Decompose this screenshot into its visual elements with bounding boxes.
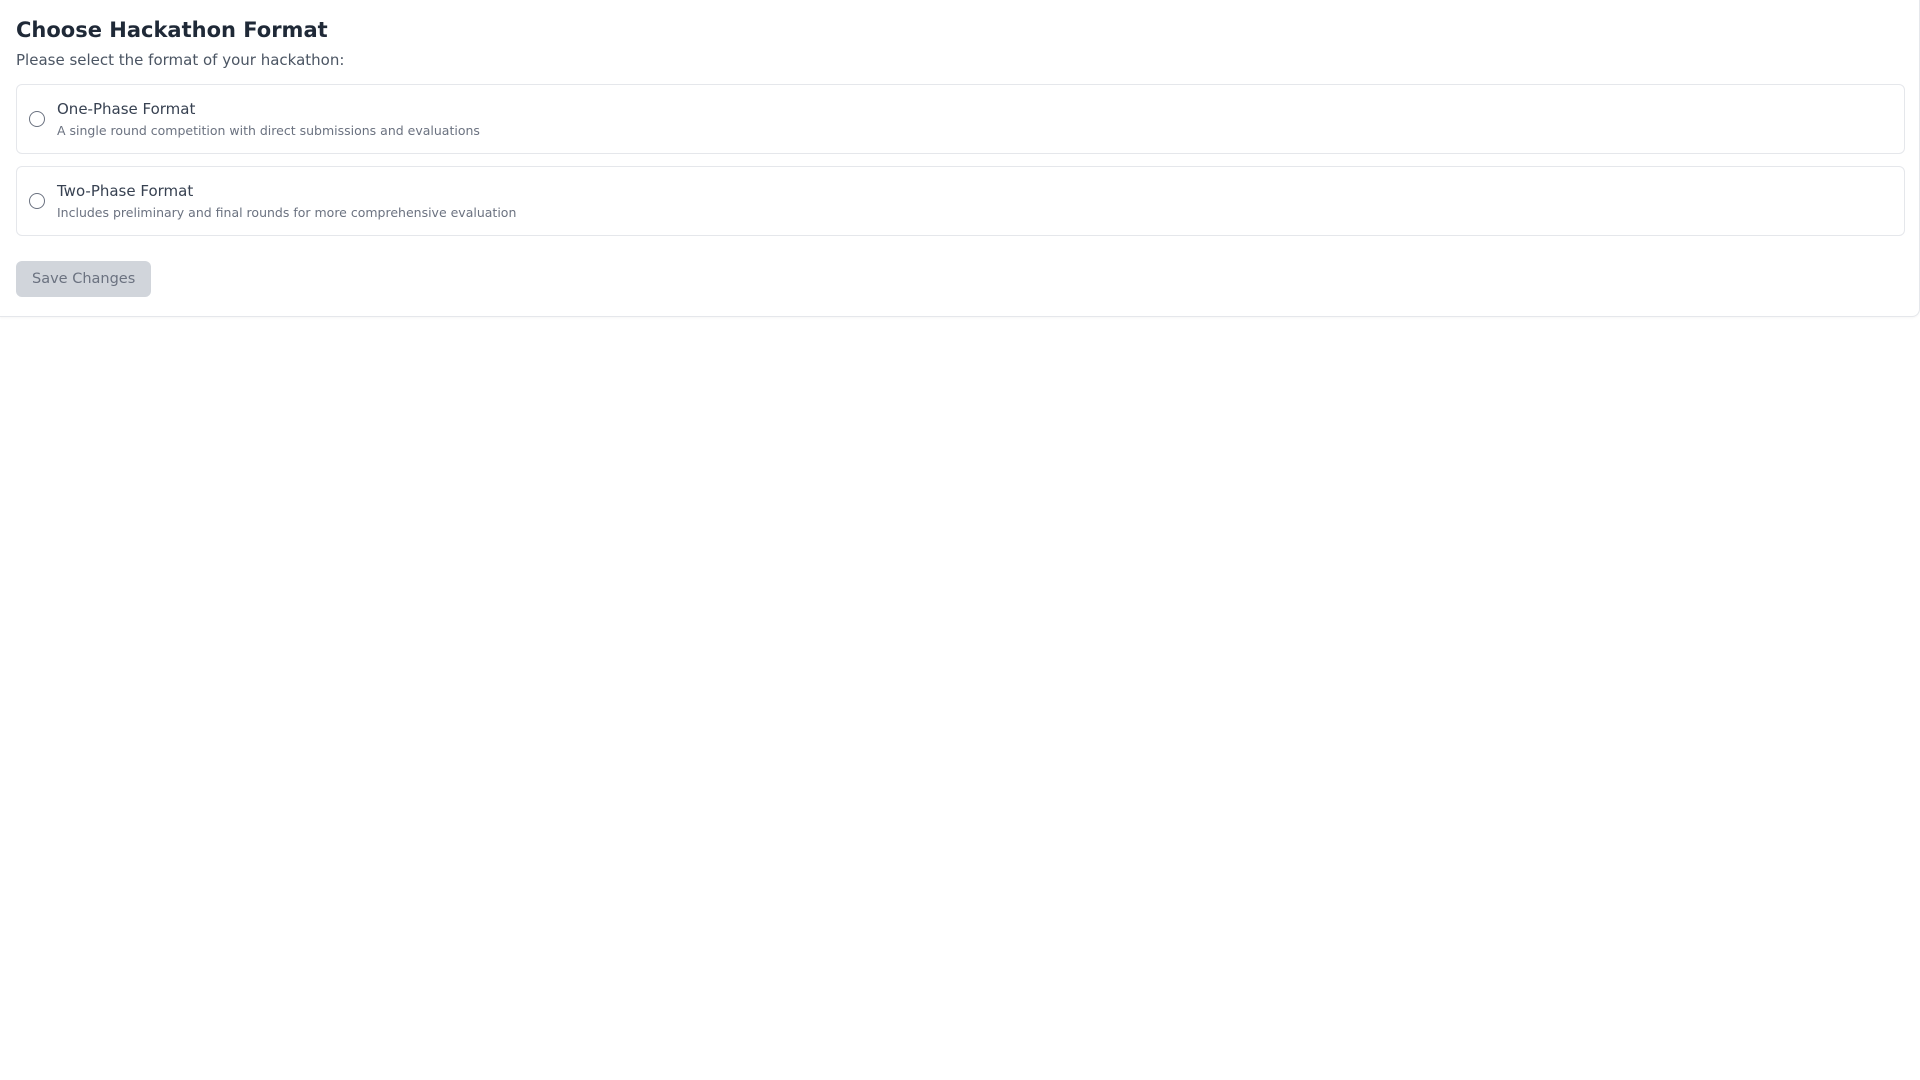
page-title: Choose Hackathon Format bbox=[16, 18, 328, 42]
option-two-phase[interactable]: Two-Phase Format Includes preliminary an… bbox=[16, 166, 1905, 236]
option-one-phase[interactable]: One-Phase Format A single round competit… bbox=[16, 84, 1905, 154]
page-subtitle: Please select the format of your hackath… bbox=[16, 51, 345, 69]
format-card: Choose Hackathon Format Please select th… bbox=[0, 0, 1920, 317]
option-two-phase-description: Includes preliminary and final rounds fo… bbox=[57, 205, 517, 220]
option-one-phase-label: One-Phase Format bbox=[57, 100, 196, 118]
option-one-phase-description: A single round competition with direct s… bbox=[57, 123, 480, 138]
save-changes-button[interactable]: Save Changes bbox=[16, 261, 152, 297]
option-two-phase-text: Two-Phase Format Includes preliminary an… bbox=[57, 181, 516, 221]
option-two-phase-label: Two-Phase Format bbox=[57, 182, 194, 200]
two-phase-radio[interactable] bbox=[29, 193, 45, 209]
option-one-phase-text: One-Phase Format A single round competit… bbox=[57, 99, 480, 139]
one-phase-radio[interactable] bbox=[29, 111, 45, 127]
format-options: One-Phase Format A single round competit… bbox=[16, 84, 1905, 236]
